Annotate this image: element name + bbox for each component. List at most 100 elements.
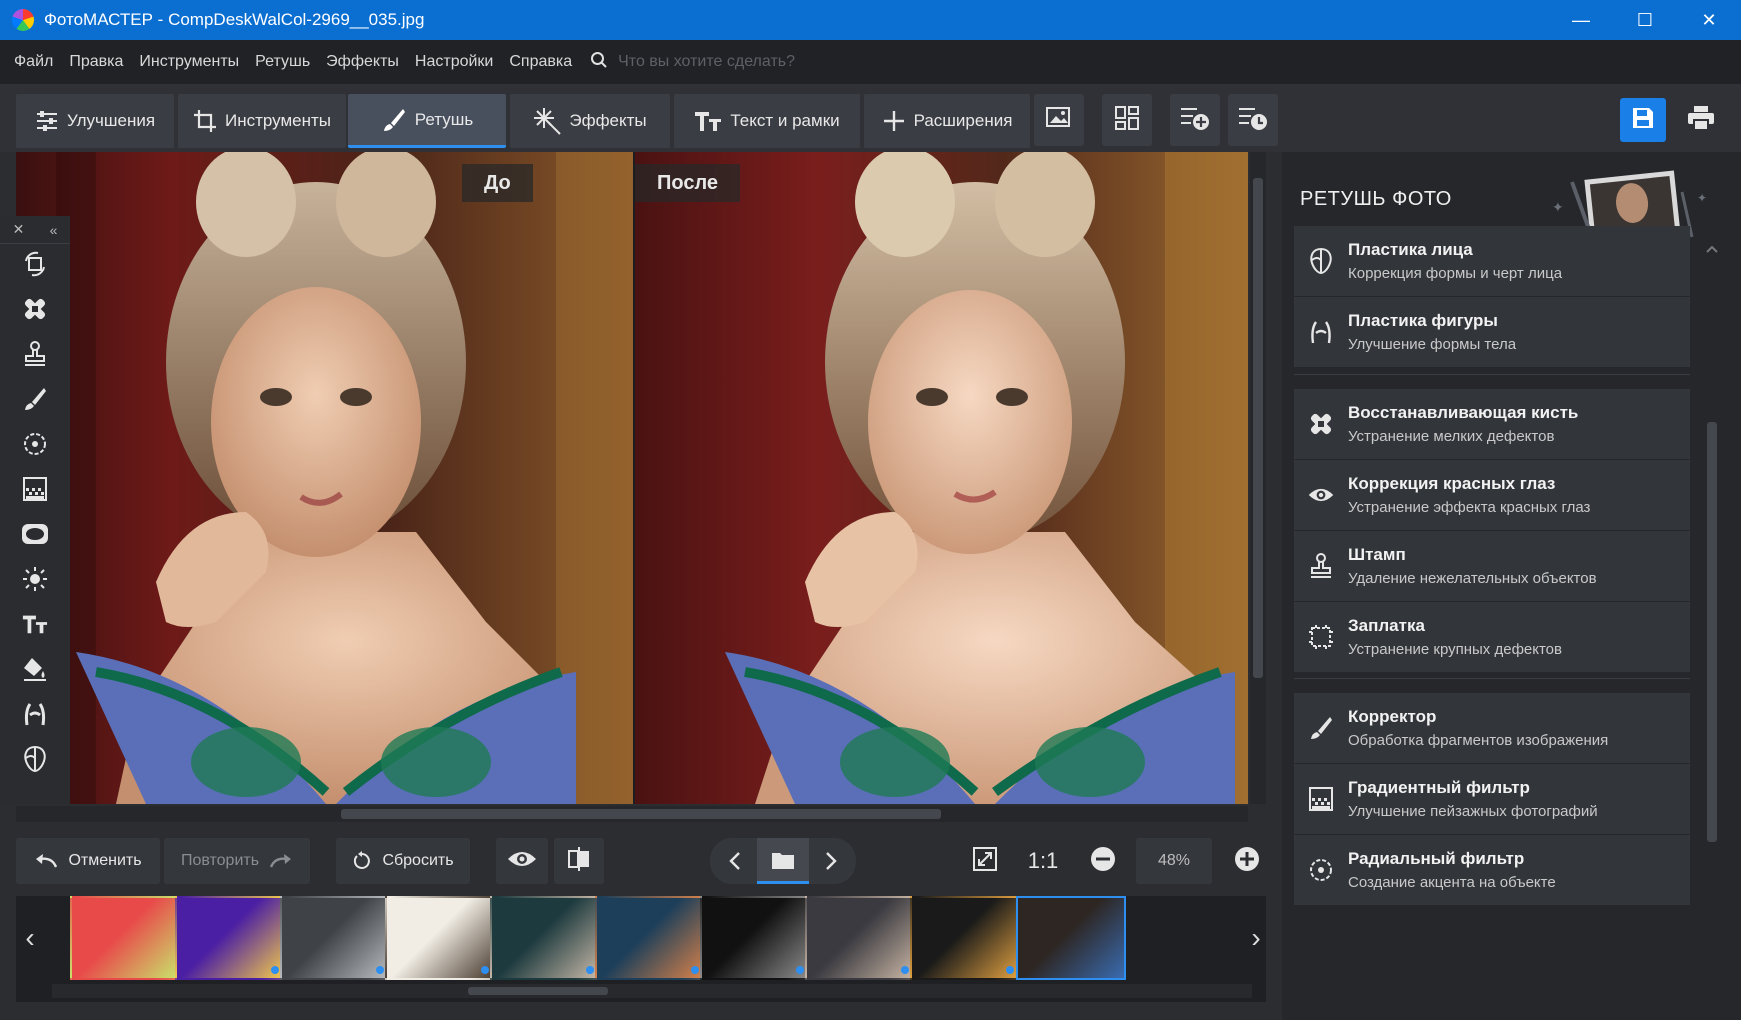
preview-button[interactable] — [496, 838, 548, 884]
gradient-tool[interactable] — [0, 469, 70, 514]
thumbnail-kittens-dark[interactable] — [700, 896, 810, 980]
tab-retouch[interactable]: Ретушь — [348, 94, 506, 148]
tab-effects[interactable]: Эффекты — [510, 94, 670, 148]
zoom-out-button[interactable] — [1080, 838, 1126, 884]
scroll-thumb[interactable] — [468, 987, 608, 995]
tab-extensions[interactable]: Расширения — [864, 94, 1030, 148]
thumbnail-hands[interactable] — [805, 896, 915, 980]
panel-item-brush[interactable]: Корректор Обработка фрагментов изображени… — [1294, 693, 1690, 763]
tab-enhance[interactable]: Улучшения — [16, 94, 174, 148]
canvas-vertical-scrollbar[interactable] — [1250, 152, 1266, 804]
eye-icon — [506, 849, 538, 874]
before-label: До — [462, 164, 533, 202]
chevron-left-icon: ‹ — [25, 922, 35, 953]
panel-item-gradient[interactable]: Градиентный фильтр Улучшение пейзажных фо… — [1294, 764, 1690, 834]
redo-button[interactable]: Повторить — [164, 838, 310, 884]
zoom-1-1-button[interactable]: 1:1 — [1020, 838, 1066, 884]
undo-icon — [34, 853, 58, 869]
edited-badge — [796, 966, 804, 974]
gradient-icon — [1294, 786, 1348, 812]
maximize-button[interactable]: ☐ — [1613, 0, 1677, 40]
portrait-before-image — [16, 152, 633, 804]
panel-item-title: Пластика фигуры — [1348, 311, 1498, 330]
history-adjustment-button[interactable] — [1228, 94, 1278, 146]
add-adjustment-button[interactable] — [1170, 94, 1220, 146]
prev-file-button[interactable] — [713, 851, 757, 871]
vignette-tool[interactable] — [0, 514, 70, 559]
thumbnail-coast[interactable] — [595, 896, 705, 980]
scroll-thumb[interactable] — [1253, 178, 1263, 678]
thumbnail-citrus[interactable] — [70, 896, 180, 980]
next-file-button[interactable] — [809, 851, 853, 871]
chevron-up-icon[interactable] — [1702, 242, 1722, 256]
brush-tool[interactable] — [0, 379, 70, 424]
compare-button[interactable] — [554, 838, 604, 884]
panel-item-stamp[interactable]: Штамп Удаление нежелательных объектов — [1294, 531, 1690, 601]
panel-scrollbar[interactable] — [1702, 242, 1722, 1012]
fullscreen-icon — [972, 846, 998, 877]
zoom-out-icon — [1090, 846, 1116, 877]
light-tool[interactable] — [0, 559, 70, 604]
palette-close-icon[interactable]: ✕ — [13, 221, 25, 238]
filmstrip-scrollbar[interactable] — [52, 984, 1252, 998]
palette-collapse-icon[interactable]: « — [50, 222, 58, 238]
thumbnail-camera[interactable] — [910, 896, 1020, 980]
menu-settings[interactable]: Настройки — [407, 53, 501, 71]
rotate-tool[interactable] — [0, 244, 70, 289]
panel-item-radial[interactable]: Радиальный фильтр Создание акцента на объ… — [1294, 835, 1690, 905]
panel-item-body[interactable]: Пластика фигуры Улучшение формы тела — [1294, 297, 1690, 367]
heal-tool[interactable] — [0, 289, 70, 334]
menu-file[interactable]: Файл — [6, 53, 61, 71]
radial-tool[interactable] — [0, 424, 70, 469]
body-tool[interactable] — [0, 694, 70, 739]
fit-screen-button[interactable] — [962, 838, 1008, 884]
panel-item-title: Радиальный фильтр — [1348, 849, 1525, 868]
tab-tools[interactable]: Инструменты — [178, 94, 346, 148]
filmstrip-next-button[interactable]: › — [1242, 896, 1270, 980]
panel-item-patch[interactable]: Заплатка Устранение крупных дефектов — [1294, 602, 1690, 672]
menu-effects[interactable]: Эффекты — [318, 53, 407, 71]
layout-button[interactable] — [1102, 94, 1152, 146]
window-controls: — ☐ ✕ — [1549, 0, 1741, 40]
heal-icon — [22, 296, 48, 327]
panel-item-heal[interactable]: Восстанавливающая кисть Устранение мелких… — [1294, 389, 1690, 459]
thumbnail-portrait[interactable] — [1016, 896, 1126, 980]
scroll-thumb[interactable] — [1707, 422, 1717, 842]
photo-canvas[interactable]: До После — [16, 152, 1248, 804]
panel-item-eye[interactable]: Коррекция красных глаз Устранение эффекта… — [1294, 460, 1690, 530]
menu-help[interactable]: Справка — [501, 53, 580, 71]
panel-item-face[interactable]: Пластика лица Коррекция формы и черт лица — [1294, 226, 1690, 296]
panel-item-text: Восстанавливающая кисть Устранение мелких… — [1348, 403, 1578, 445]
edited-badge — [376, 966, 384, 974]
thumbnail-kitten[interactable] — [490, 896, 600, 980]
filmstrip-prev-button[interactable]: ‹ — [16, 896, 44, 980]
zoom-value[interactable]: 48% — [1136, 838, 1212, 884]
text-tool[interactable] — [0, 604, 70, 649]
thumbnail-cartoon[interactable] — [175, 896, 285, 980]
canvas-horizontal-scrollbar[interactable] — [16, 806, 1248, 822]
reset-button[interactable]: Сбросить — [336, 838, 470, 884]
face-tool[interactable] — [0, 739, 70, 784]
open-folder-button[interactable] — [757, 838, 809, 884]
undo-button[interactable]: Отменить — [16, 838, 160, 884]
stamp-tool[interactable] — [0, 334, 70, 379]
thumbnail-cat-window[interactable] — [385, 896, 495, 980]
image-button[interactable] — [1034, 94, 1084, 146]
gradient-icon — [22, 476, 48, 507]
app-logo-icon — [12, 9, 34, 31]
undo-label: Отменить — [68, 852, 142, 869]
save-button[interactable] — [1620, 98, 1666, 142]
tab-text-frames[interactable]: Текст и рамки — [674, 94, 860, 148]
print-button[interactable] — [1678, 98, 1724, 142]
menu-tools[interactable]: Инструменты — [131, 53, 247, 71]
zoom-in-button[interactable] — [1224, 838, 1270, 884]
title-bar: ФотоМАСТЕР - CompDeskWalCol-2969__035.jp… — [0, 0, 1741, 40]
scroll-thumb[interactable] — [341, 809, 941, 819]
search-input[interactable] — [618, 53, 919, 71]
minimize-button[interactable]: — — [1549, 0, 1613, 40]
close-button[interactable]: ✕ — [1677, 0, 1741, 40]
fill-tool[interactable] — [0, 649, 70, 694]
menu-retouch[interactable]: Ретушь — [247, 53, 318, 71]
menu-edit[interactable]: Правка — [61, 53, 131, 71]
thumbnail-machinery[interactable] — [280, 896, 390, 980]
